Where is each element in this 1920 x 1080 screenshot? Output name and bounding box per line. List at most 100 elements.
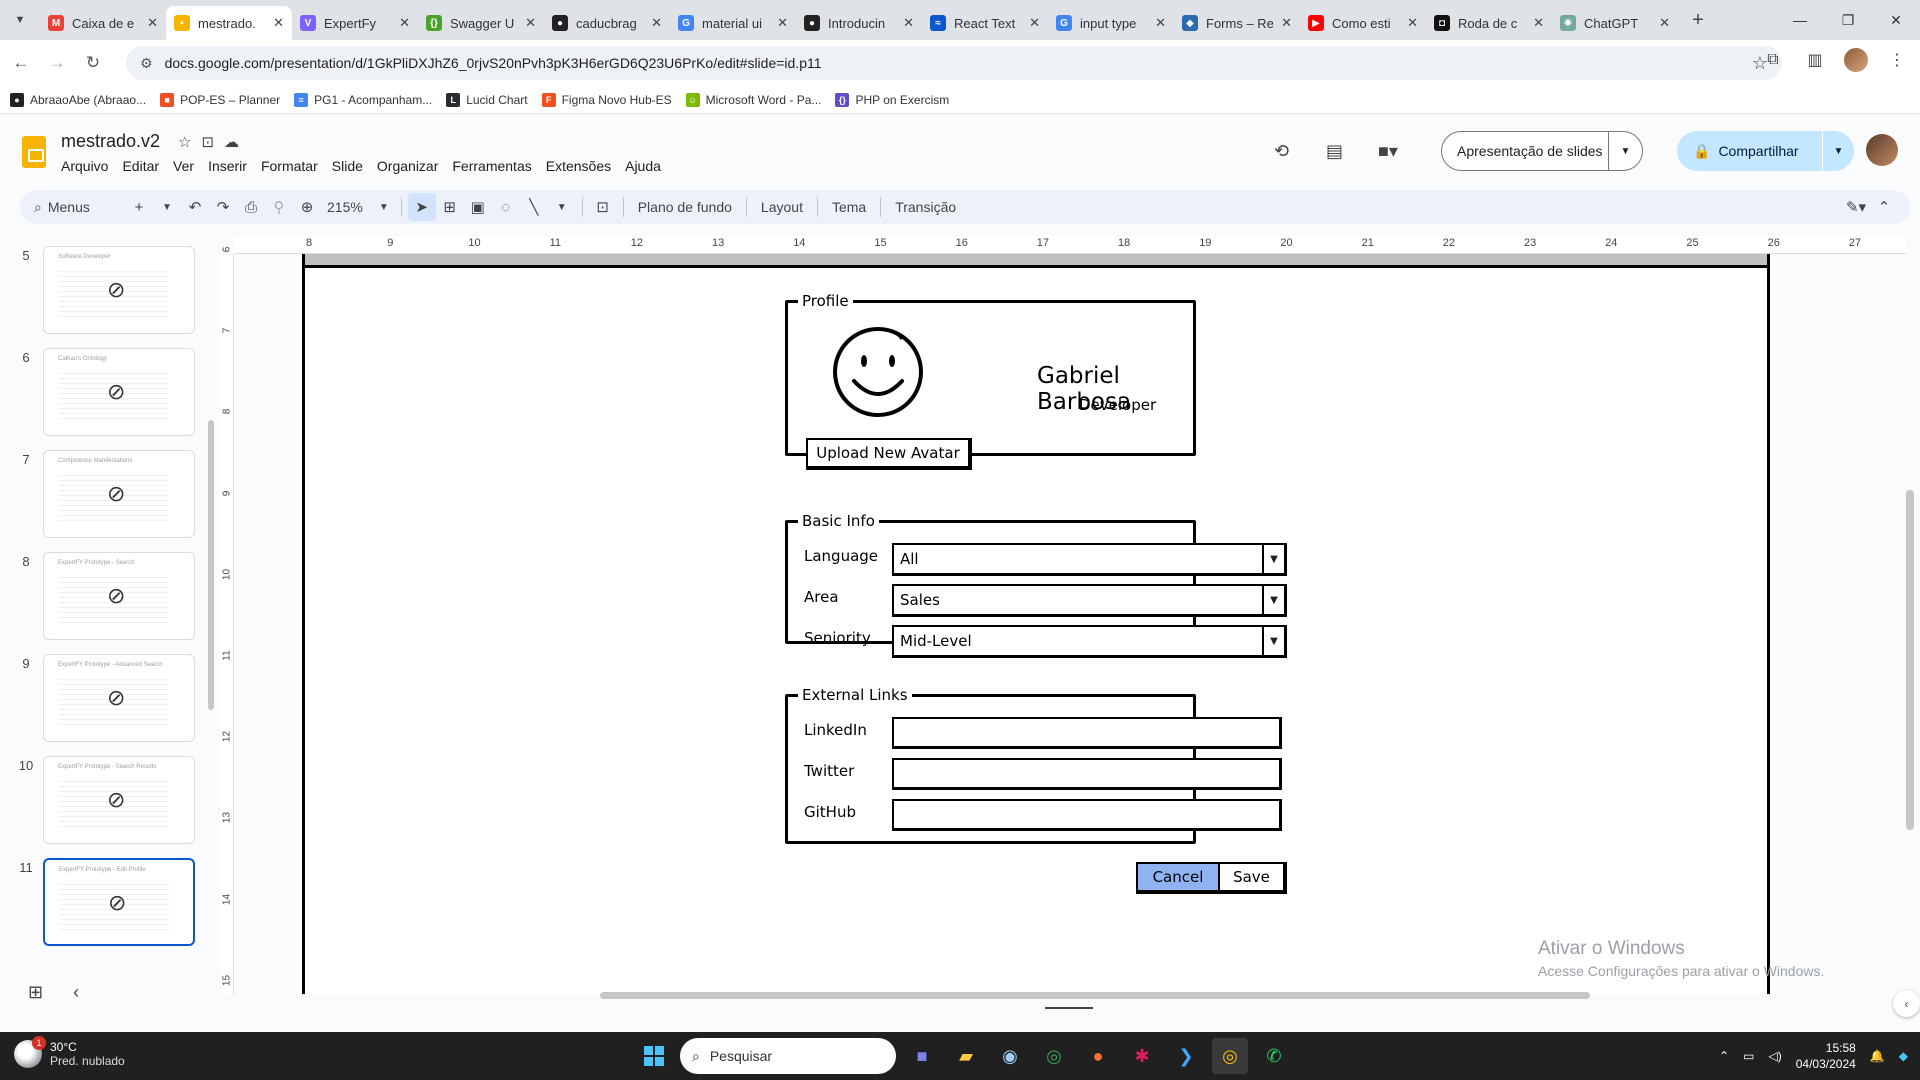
zoom-select[interactable]: 215% ▼ <box>321 199 395 215</box>
bookmark-item[interactable]: ≡ PG1 - Acompanham... <box>294 92 432 107</box>
tab-close-icon[interactable]: ✕ <box>525 15 536 31</box>
slack-icon[interactable]: ✱ <box>1124 1038 1160 1074</box>
canvas-vertical-scrollbar[interactable] <box>1906 490 1914 830</box>
slide-edit-profile[interactable]: Profile Gabriel Barbosa Developer Upload… <box>302 254 1770 994</box>
profile-avatar[interactable] <box>1844 48 1868 72</box>
canvas-horizontal-scrollbar[interactable] <box>600 992 1590 999</box>
share-label-wrap[interactable]: 🔒 Compartilhar <box>1677 143 1822 160</box>
bookmark-item[interactable]: ■ POP-ES – Planner <box>160 92 280 107</box>
windows-start-icon[interactable] <box>636 1038 672 1074</box>
browser-tab[interactable]: ✺ ChatGPT ✕ <box>1552 6 1678 40</box>
browser-menu-icon[interactable]: ⋮ <box>1884 50 1910 70</box>
tab-close-icon[interactable]: ✕ <box>273 15 284 31</box>
filmstrip-scrollbar[interactable] <box>208 420 214 710</box>
extensions-icon[interactable]: ⧉ <box>1760 51 1786 69</box>
tab-close-icon[interactable]: ✕ <box>1029 15 1040 31</box>
whatsapp-icon[interactable]: ✆ <box>1256 1038 1292 1074</box>
filmstrip-slide[interactable]: 6 Calhau's Ontology ⊘ <box>0 338 220 436</box>
speaker-notes-handle[interactable] <box>1045 1007 1093 1009</box>
menu-item[interactable]: Arquivo <box>61 158 108 174</box>
shape-icon[interactable]: ◌ <box>492 193 520 221</box>
forward-icon[interactable]: → <box>42 48 72 78</box>
tab-close-icon[interactable]: ✕ <box>651 15 662 31</box>
star-icon[interactable]: ☆ <box>178 133 191 151</box>
horizontal-ruler[interactable]: 8 9 10 11 12 13 14 15 16 17 18 19 20 21 22 23 24 25 26 27 <box>234 236 1906 254</box>
bookmark-item[interactable]: ☺ Microsoft Word - Pa... <box>685 92 821 107</box>
layout-button[interactable]: Layout <box>753 199 811 215</box>
collapse-filmstrip-icon[interactable]: ‹ <box>73 982 79 1003</box>
filmstrip-slide[interactable]: 7 Competence Manifestations ⊘ <box>0 440 220 538</box>
filmstrip-slide[interactable]: 5 Software Developer ⊘ <box>0 236 220 334</box>
menu-item[interactable]: Ferramentas <box>452 158 531 174</box>
linkedin-input[interactable] <box>892 717 1282 749</box>
upload-avatar-button[interactable]: Upload New Avatar <box>806 438 972 470</box>
background-button[interactable]: Plano de fundo <box>630 199 740 215</box>
slide-thumbnail[interactable]: ExpertFY Prototype - Edit Profile ⊘ <box>43 858 195 946</box>
copilot-icon[interactable]: ◆ <box>1899 1049 1908 1063</box>
github-input[interactable] <box>892 799 1282 831</box>
new-slide-icon[interactable]: + <box>125 193 153 221</box>
save-button[interactable]: Save <box>1218 862 1287 894</box>
comments-icon[interactable]: ▤ <box>1326 141 1343 162</box>
weather-widget[interactable]: 1 30°C Pred. nublado <box>14 1036 125 1068</box>
omnibox[interactable]: ⚙ docs.google.com/presentation/d/1GkPliD… <box>126 46 1782 80</box>
vscode-icon[interactable]: ❯ <box>1168 1038 1204 1074</box>
menu-item[interactable]: Ajuda <box>625 158 661 174</box>
minimize-icon[interactable]: — <box>1776 0 1824 40</box>
profile-fieldset[interactable]: Profile Gabriel Barbosa Developer Upload… <box>785 292 1196 470</box>
browser-tab[interactable]: ◆ Forms – Re ✕ <box>1174 6 1300 40</box>
input-tools-icon[interactable]: ✎▾ <box>1842 193 1870 221</box>
collapse-menu-icon[interactable]: ⌃ <box>1870 193 1898 221</box>
slide-thumbnail[interactable]: Calhau's Ontology ⊘ <box>43 348 195 436</box>
site-info-icon[interactable]: ⚙ <box>140 55 153 72</box>
paint-format-icon[interactable]: ⚲ <box>265 193 293 221</box>
browser-tab[interactable]: ▪ mestrado. ✕ <box>166 6 292 40</box>
slideshow-button[interactable]: Apresentação de slides ▼ <box>1441 131 1643 171</box>
seniority-select[interactable]: Mid-Level ▼ <box>892 625 1287 658</box>
taskbar-search[interactable]: ⌕ Pesquisar <box>680 1038 896 1074</box>
language-select[interactable]: All ▼ <box>892 543 1287 576</box>
menu-item[interactable]: Ver <box>173 158 194 174</box>
tab-close-icon[interactable]: ✕ <box>1659 15 1670 31</box>
url-text[interactable]: docs.google.com/presentation/d/1GkPliDXJ… <box>165 55 822 71</box>
print-icon[interactable]: ⎙ <box>237 193 265 221</box>
steam-icon[interactable]: ◉ <box>992 1038 1028 1074</box>
clock[interactable]: 15:58 04/03/2024 <box>1796 1040 1856 1072</box>
line-chevron-icon[interactable]: ▼ <box>548 193 576 221</box>
restore-icon[interactable]: ❐ <box>1824 0 1872 40</box>
slide-thumbnail[interactable]: Competence Manifestations ⊘ <box>43 450 195 538</box>
tab-close-icon[interactable]: ✕ <box>903 15 914 31</box>
chrome-icon[interactable]: ◎ <box>1036 1038 1072 1074</box>
new-tab-button[interactable]: + <box>1682 9 1714 32</box>
firefox-icon[interactable]: ● <box>1080 1038 1116 1074</box>
document-title[interactable]: mestrado.v2 <box>61 131 160 152</box>
tab-close-icon[interactable]: ✕ <box>399 15 410 31</box>
menu-item[interactable]: Inserir <box>208 158 247 174</box>
redo-icon[interactable]: ↷ <box>209 193 237 221</box>
browser-tab[interactable]: ◘ Roda de c ✕ <box>1426 6 1552 40</box>
teams-icon[interactable]: ■ <box>904 1038 940 1074</box>
browser-tab[interactable]: ▶ Como esti ✕ <box>1300 6 1426 40</box>
browser-tab[interactable]: ● Introducin ✕ <box>796 6 922 40</box>
slideshow-label[interactable]: Apresentação de slides <box>1442 143 1608 159</box>
browser-tab[interactable]: M Caixa de e ✕ <box>40 6 166 40</box>
theme-button[interactable]: Tema <box>824 199 874 215</box>
image-icon[interactable]: ▣ <box>464 193 492 221</box>
area-select[interactable]: Sales ▼ <box>892 584 1287 617</box>
browser-tab[interactable]: ● caducbrag ✕ <box>544 6 670 40</box>
transition-button[interactable]: Transição <box>887 199 964 215</box>
file-explorer-icon[interactable]: ▰ <box>948 1038 984 1074</box>
menu-item[interactable]: Extensões <box>546 158 611 174</box>
back-icon[interactable]: ← <box>6 48 36 78</box>
tab-close-icon[interactable]: ✕ <box>147 15 158 31</box>
volume-icon[interactable]: ◁) <box>1769 1049 1782 1063</box>
line-icon[interactable]: ╲ <box>520 193 548 221</box>
notifications-bell-icon[interactable]: 🔔 <box>1870 1049 1885 1063</box>
share-button[interactable]: 🔒 Compartilhar ▼ <box>1677 131 1854 171</box>
zoom-icon[interactable]: ⊕ <box>293 193 321 221</box>
browser-tab[interactable]: ≈ React Text ✕ <box>922 6 1048 40</box>
bookmark-item[interactable]: L Lucid Chart <box>446 92 528 107</box>
tray-overflow-icon[interactable]: ⌃ <box>1719 1049 1729 1063</box>
new-slide-chevron-icon[interactable]: ▼ <box>153 193 181 221</box>
close-window-icon[interactable]: ✕ <box>1872 0 1920 40</box>
